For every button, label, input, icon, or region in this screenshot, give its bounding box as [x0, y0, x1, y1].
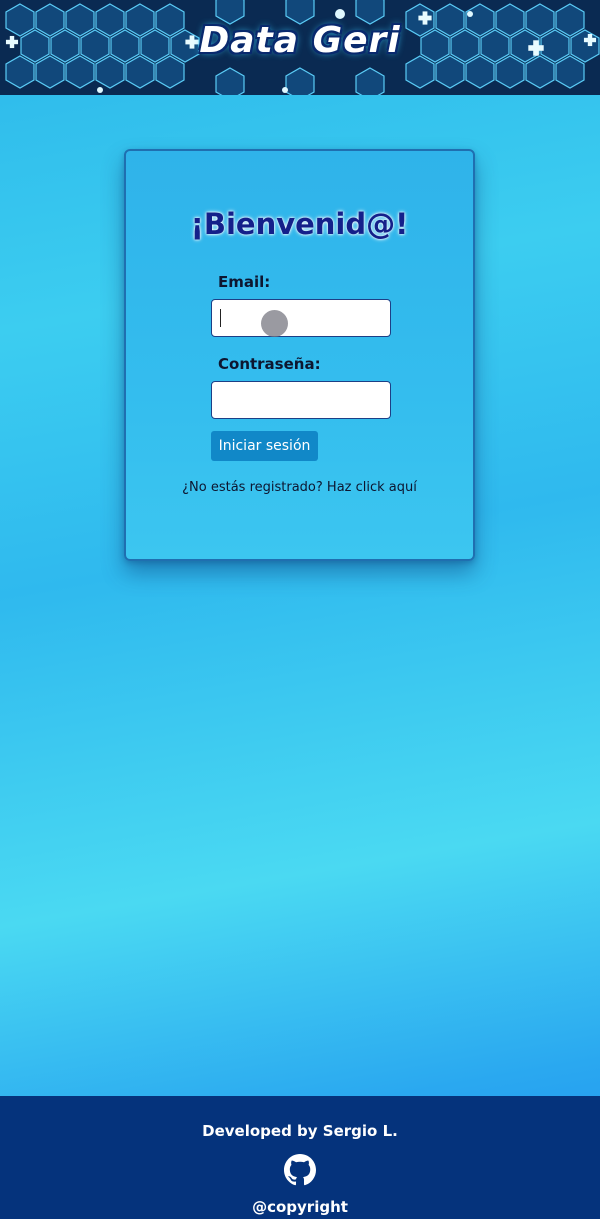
github-icon — [284, 1154, 316, 1186]
email-label: Email: — [218, 273, 271, 291]
register-prompt: ¿No estás registrado? Haz click aquí — [126, 480, 473, 495]
login-card: ¡Bienvenid@! Email: Contraseña: Iniciar … — [124, 149, 475, 561]
header-banner: Data Geri — [0, 0, 600, 95]
text-caret — [220, 309, 221, 327]
password-label: Contraseña: — [218, 355, 321, 373]
email-input[interactable] — [211, 299, 391, 337]
pointer-cursor — [261, 310, 288, 337]
login-button[interactable]: Iniciar sesión — [211, 431, 318, 461]
footer: Developed by Sergio L. @copyright — [0, 1096, 600, 1219]
password-input[interactable] — [211, 381, 391, 419]
register-link[interactable]: ¿No estás registrado? Haz click aquí — [182, 480, 417, 495]
github-link[interactable] — [284, 1154, 316, 1186]
footer-credit: Developed by Sergio L. — [202, 1122, 398, 1140]
footer-copyright: @copyright — [252, 1198, 348, 1216]
app-title: Data Geri — [199, 20, 401, 61]
welcome-heading: ¡Bienvenid@! — [190, 207, 409, 241]
